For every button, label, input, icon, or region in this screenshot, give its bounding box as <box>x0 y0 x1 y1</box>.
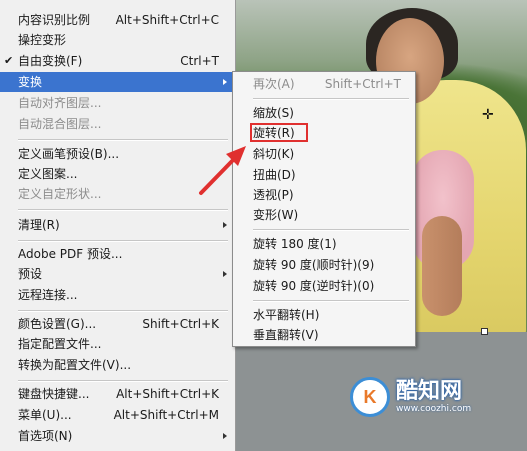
photo-arm <box>422 216 462 316</box>
menu-item-content-aware-scale[interactable]: 内容识别比例 Alt+Shift+Ctrl+C <box>0 10 235 30</box>
menu-item-presets[interactable]: 预设 <box>0 264 235 284</box>
menu-item-label: 旋转 180 度(1) <box>253 237 337 251</box>
menu-item-label: 再次(A) <box>253 77 295 91</box>
menu-item-label: 指定配置文件... <box>18 337 102 351</box>
menu-item-label: 远程连接... <box>18 288 78 302</box>
menu-item-color-settings[interactable]: 颜色设置(G)... Shift+Ctrl+K <box>0 314 235 334</box>
menu-item-label: 键盘快捷键... <box>18 387 90 401</box>
menu-item-label: 清理(R) <box>18 218 60 232</box>
submenu-item-again[interactable]: 再次(A) Shift+Ctrl+T <box>233 74 415 94</box>
menu-item-purge[interactable]: 清理(R) <box>0 215 235 235</box>
menu-item-assign-profile[interactable]: 指定配置文件... <box>0 334 235 354</box>
menu-item-label: 变换 <box>18 75 43 89</box>
watermark-text: 酷知网 www.coozhi.com <box>396 379 472 415</box>
menu-item-keyboard-shortcuts[interactable]: 键盘快捷键... Alt+Shift+Ctrl+K <box>0 384 235 404</box>
submenu-item-warp[interactable]: 变形(W) <box>233 205 415 225</box>
menu-item-define-brush-preset[interactable]: 定义画笔预设(B)... <box>0 144 235 164</box>
menu-item-auto-align-layers[interactable]: 自动对齐图层... <box>0 93 235 113</box>
submenu-item-rotate-90-cw[interactable]: 旋转 90 度(顺时针)(9) <box>233 255 415 275</box>
menu-item-label: Adobe PDF 预设... <box>18 247 123 261</box>
menu-separator <box>18 240 228 242</box>
menu-item-label: 菜单(U)... <box>18 408 72 422</box>
submenu-arrow-icon <box>223 271 227 277</box>
menu-item-label: 颜色设置(G)... <box>18 317 97 331</box>
menu-item-label: 变形(W) <box>253 208 299 222</box>
menu-item-label: 转换为配置文件(V)... <box>18 358 132 372</box>
menu-item-shortcut: Alt+Shift+Ctrl+M <box>113 408 219 422</box>
menu-separator <box>253 300 409 302</box>
menu-item-shortcut: Alt+Shift+Ctrl+K <box>116 387 219 401</box>
coozhi-logo-icon: K <box>350 377 390 417</box>
menu-item-label: 垂直翻转(V) <box>253 328 319 342</box>
menu-separator <box>18 139 228 141</box>
menu-item-remote-connections[interactable]: 远程连接... <box>0 285 235 305</box>
menu-separator <box>253 229 409 231</box>
logo-letter: K <box>363 386 377 407</box>
menu-item-shortcut: Ctrl+T <box>180 54 219 68</box>
coozhi-watermark: K 酷知网 www.coozhi.com <box>350 372 500 422</box>
menu-item-free-transform[interactable]: ✔ 自由变换(F) Ctrl+T <box>0 51 235 71</box>
menu-item-label: 自动对齐图层... <box>18 96 102 110</box>
submenu-item-perspective[interactable]: 透视(P) <box>233 185 415 205</box>
menu-item-label: 定义画笔预设(B)... <box>18 147 120 161</box>
submenu-item-flip-vertical[interactable]: 垂直翻转(V) <box>233 325 415 345</box>
menu-separator <box>18 310 228 312</box>
menu-item-transform[interactable]: 变换 <box>0 72 235 92</box>
menu-item-label: 内容识别比例 <box>18 13 91 27</box>
menu-item-shortcut: Alt+Shift+Ctrl+C <box>115 13 219 27</box>
watermark-url: www.coozhi.com <box>396 404 472 414</box>
menu-item-shortcut: Shift+Ctrl+T <box>324 77 401 91</box>
edit-menu: 内容识别比例 Alt+Shift+Ctrl+C 操控变形 ✔ 自由变换(F) C… <box>0 0 236 451</box>
menu-item-label: 定义图案... <box>18 167 78 181</box>
menu-item-label: 首选项(N) <box>18 429 73 443</box>
menu-item-adobe-pdf-presets[interactable]: Adobe PDF 预设... <box>0 244 235 264</box>
menu-item-menus[interactable]: 菜单(U)... Alt+Shift+Ctrl+M <box>0 405 235 425</box>
menu-item-label: 透视(P) <box>253 188 294 202</box>
menu-item-shortcut: Shift+Ctrl+K <box>142 317 219 331</box>
submenu-arrow-icon <box>223 433 227 439</box>
submenu-item-rotate-180[interactable]: 旋转 180 度(1) <box>233 234 415 254</box>
menu-item-label: 自动混合图层... <box>18 117 102 131</box>
menu-item-label: 定义自定形状... <box>18 187 102 201</box>
submenu-item-rotate-90-ccw[interactable]: 旋转 90 度(逆时针)(0) <box>233 276 415 296</box>
menu-item-label: 扭曲(D) <box>253 168 296 182</box>
submenu-item-distort[interactable]: 扭曲(D) <box>233 165 415 185</box>
transform-handle-bottom[interactable] <box>481 328 488 335</box>
menu-item-label: 预设 <box>18 267 43 281</box>
menu-item-label: 缩放(S) <box>253 106 294 120</box>
submenu-item-flip-horizontal[interactable]: 水平翻转(H) <box>233 305 415 325</box>
menu-separator <box>18 209 228 211</box>
submenu-item-scale[interactable]: 缩放(S) <box>233 103 415 123</box>
submenu-item-skew[interactable]: 斜切(K) <box>233 144 415 164</box>
submenu-arrow-icon <box>223 79 227 85</box>
menu-item-label: 操控变形 <box>18 33 67 47</box>
submenu-arrow-icon <box>223 222 227 228</box>
checkmark-icon: ✔ <box>4 54 14 67</box>
menu-item-label: 自由变换(F) <box>18 54 83 68</box>
menu-item-define-custom-shape[interactable]: 定义自定形状... <box>0 184 235 204</box>
menu-separator <box>253 98 409 100</box>
menu-item-label: 斜切(K) <box>253 147 295 161</box>
menu-item-label: 旋转 90 度(顺时针)(9) <box>253 258 375 272</box>
menu-item-preferences[interactable]: 首选项(N) <box>0 426 235 446</box>
transform-center-icon[interactable]: ✛ <box>482 108 494 122</box>
menu-item-convert-to-profile[interactable]: 转换为配置文件(V)... <box>0 355 235 375</box>
menu-item-label: 旋转 90 度(逆时针)(0) <box>253 279 375 293</box>
menu-item-define-pattern[interactable]: 定义图案... <box>0 164 235 184</box>
transform-submenu: 再次(A) Shift+Ctrl+T 缩放(S) 旋转(R) 斜切(K) 扭曲(… <box>232 71 416 347</box>
menu-separator <box>18 380 228 382</box>
annotation-highlight-box <box>250 123 308 142</box>
menu-item-label: 水平翻转(H) <box>253 308 320 322</box>
watermark-name: 酷知网 <box>396 379 463 404</box>
menu-item-puppet-warp[interactable]: 操控变形 <box>0 30 235 50</box>
menu-item-auto-blend-layers[interactable]: 自动混合图层... <box>0 114 235 134</box>
